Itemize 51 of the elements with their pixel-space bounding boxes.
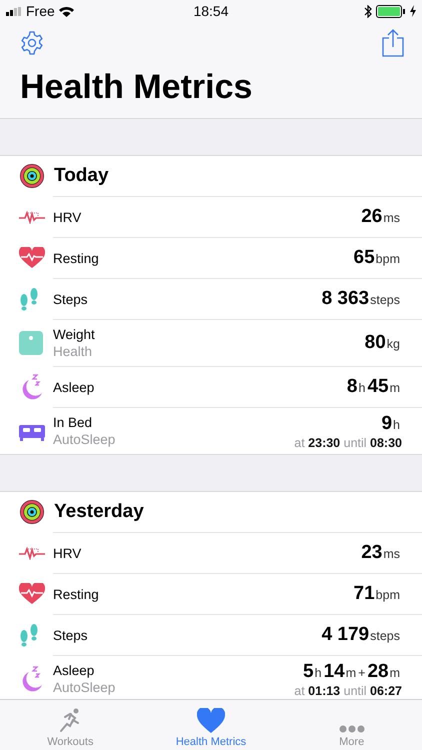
- metric-label: HRV: [53, 210, 82, 224]
- more-icon: [338, 725, 365, 733]
- time-range: at 01:13 until 06:27: [294, 684, 402, 698]
- metric-source: Health: [53, 344, 94, 359]
- charging-icon: [410, 5, 416, 17]
- settings-icon[interactable]: [20, 31, 44, 55]
- metric-value: 71bpm: [354, 583, 401, 605]
- section-title: Today: [54, 165, 109, 187]
- scale-icon: [19, 331, 43, 355]
- metric-value: 26ms: [361, 206, 401, 228]
- metric-label: HRV: [53, 546, 82, 560]
- section-title: Yesterday: [54, 501, 144, 523]
- metric-label: In Bed: [53, 415, 94, 430]
- metric-label: Weight: [53, 327, 96, 342]
- metric-label: Steps: [53, 292, 89, 306]
- activity-rings-icon: [20, 500, 44, 524]
- metric-value: 5h 14m +28m: [303, 660, 401, 682]
- metric-value: 8h45m: [346, 376, 401, 398]
- metric-label: Steps: [53, 628, 89, 642]
- bluetooth-icon: [364, 4, 372, 18]
- tab-bar-item[interactable]: More: [281, 700, 422, 750]
- metric-label: Asleep: [53, 663, 96, 678]
- signal-icon: [6, 6, 22, 16]
- tab-bar-item[interactable]: Health Metrics: [140, 700, 282, 750]
- footprints-icon: [19, 287, 39, 311]
- footprints-icon: [19, 623, 39, 647]
- metric-value: 9h: [381, 412, 401, 434]
- activity-rings-icon: [20, 164, 44, 188]
- metric-value: 65bpm: [354, 247, 401, 269]
- clock-time: 18:54: [193, 3, 229, 19]
- share-icon[interactable]: [382, 29, 404, 57]
- heart-icon: [19, 247, 45, 269]
- heart-icon: [197, 708, 225, 733]
- heartbeat-icon: [19, 210, 45, 224]
- metric-source: AutoSleep: [53, 432, 116, 447]
- metric-value: 4 179steps: [322, 624, 401, 646]
- metric-value: 23ms: [361, 542, 401, 564]
- carrier-name: Free: [26, 3, 55, 19]
- metric-source: AutoSleep: [53, 680, 116, 695]
- time-range: at 23:30 until 08:30: [294, 436, 402, 450]
- page-title: Health Metrics: [19, 67, 254, 108]
- metric-value: 80kg: [364, 332, 401, 354]
- metric-label: Resting: [53, 250, 100, 266]
- battery-icon: [376, 4, 406, 18]
- heartbeat-icon: [19, 546, 45, 560]
- metric-label: Resting: [53, 586, 100, 602]
- metric-value: 8 363steps: [322, 288, 401, 310]
- heart-icon: [19, 583, 45, 605]
- wifi-icon: [58, 6, 74, 16]
- metric-label: Asleep: [53, 380, 96, 394]
- tab-bar-item[interactable]: Workouts: [0, 700, 141, 750]
